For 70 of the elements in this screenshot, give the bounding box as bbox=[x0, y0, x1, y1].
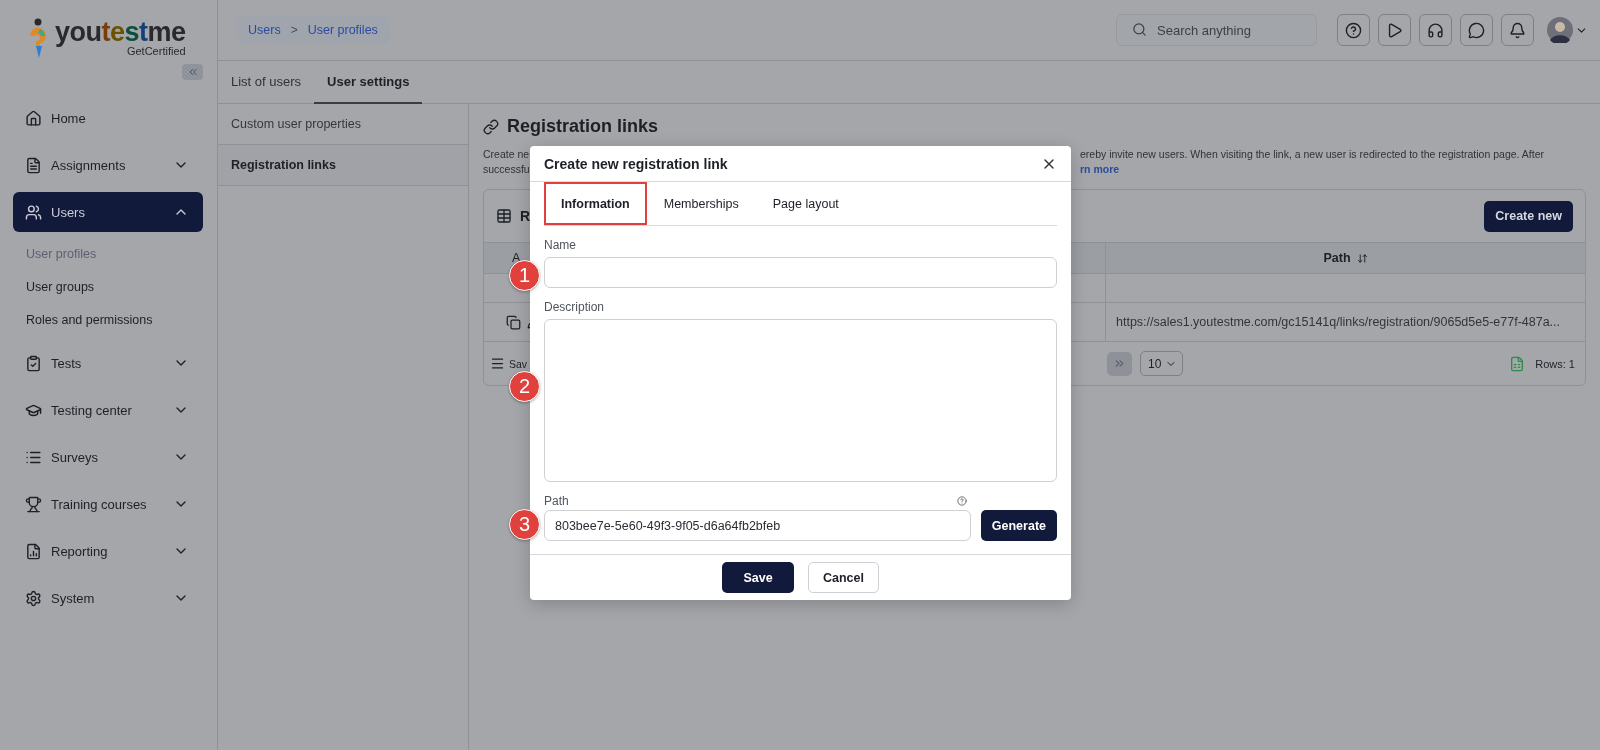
nav-item[interactable]: Surveys bbox=[13, 437, 203, 477]
bell-button[interactable] bbox=[1501, 14, 1534, 46]
chart-document-icon bbox=[25, 542, 42, 560]
help-button[interactable] bbox=[1337, 14, 1370, 46]
play-icon bbox=[1386, 21, 1403, 39]
footer-menu-label: Sav bbox=[509, 357, 528, 370]
generate-button[interactable]: Generate bbox=[980, 510, 1057, 541]
play-button[interactable] bbox=[1378, 14, 1411, 46]
field-label: Description bbox=[544, 300, 606, 314]
headphones-icon bbox=[1427, 21, 1444, 39]
page-tab[interactable]: List of users bbox=[218, 61, 315, 104]
rows-count: Rows: 1 bbox=[1535, 357, 1575, 370]
logo-wordmark: youtestme bbox=[55, 18, 186, 46]
chat-button[interactable] bbox=[1460, 14, 1493, 46]
dialog-title: Create new registration link bbox=[544, 155, 728, 172]
nav-item[interactable]: System bbox=[13, 578, 203, 618]
sort-icon[interactable] bbox=[1356, 252, 1368, 264]
page-title: Registration links bbox=[507, 116, 659, 137]
clipboard-check-icon bbox=[25, 354, 42, 372]
menu-icon[interactable] bbox=[490, 356, 505, 371]
learn-more-link[interactable]: rn more bbox=[1080, 163, 1120, 175]
description-text: ereby invite new users. When visiting the link, a new user is redirected to the registration page. After bbox=[1080, 147, 1545, 162]
nav-item[interactable]: Training courses bbox=[13, 484, 203, 524]
nav-subitem[interactable]: Roles and permissions bbox=[13, 303, 203, 336]
nav-item[interactable]: Assignments bbox=[13, 145, 203, 185]
nav-item[interactable]: Tests bbox=[13, 343, 203, 383]
step-marker: 3 bbox=[509, 509, 540, 540]
breadcrumb-separator: > bbox=[290, 23, 298, 37]
dialog-tab[interactable]: Memberships bbox=[646, 182, 756, 225]
document-icon bbox=[25, 156, 42, 174]
description-text: Create ne bbox=[483, 147, 530, 162]
nav-subitem[interactable]: User groups bbox=[13, 270, 203, 303]
chat-icon bbox=[1468, 21, 1485, 39]
settings-icon bbox=[25, 589, 42, 607]
dialog-tab[interactable]: Information bbox=[544, 182, 647, 225]
description-text: successfu bbox=[483, 162, 530, 177]
save-button[interactable]: Save bbox=[722, 562, 794, 593]
page-size-select[interactable]: 10 bbox=[1140, 351, 1184, 376]
copy-icon[interactable] bbox=[506, 314, 521, 330]
logo-tagline: GetCertified bbox=[126, 45, 186, 57]
table-title: R bbox=[520, 208, 531, 224]
home-icon bbox=[25, 109, 42, 127]
description-field[interactable] bbox=[544, 319, 1057, 482]
help-icon[interactable] bbox=[957, 496, 967, 506]
table-icon bbox=[496, 208, 512, 224]
step-marker: 2 bbox=[509, 371, 540, 402]
page-tab[interactable]: User settings bbox=[314, 61, 423, 104]
nav-item[interactable]: Testing center bbox=[13, 390, 203, 430]
link-icon bbox=[483, 118, 499, 135]
headphones-button[interactable] bbox=[1419, 14, 1452, 46]
search-icon bbox=[1132, 22, 1147, 37]
table-cell: https://sales1.youtestme.com/gc15141q/links/registration/9065d5e5-e77f-487a... bbox=[1116, 315, 1561, 329]
column-header: Path bbox=[1323, 251, 1351, 265]
bell-icon bbox=[1509, 21, 1526, 39]
settings-menu-item[interactable]: Registration links bbox=[218, 145, 468, 186]
field-label: Name bbox=[544, 238, 577, 252]
nav-item[interactable]: Home bbox=[13, 98, 203, 138]
cancel-button[interactable]: Cancel bbox=[808, 562, 879, 593]
users-icon bbox=[25, 203, 42, 221]
trophy-icon bbox=[25, 495, 42, 513]
nav-item[interactable]: Users bbox=[13, 192, 203, 232]
field-label: Path bbox=[544, 494, 569, 508]
nav-item[interactable]: Reporting bbox=[13, 531, 203, 571]
dialog-tab[interactable]: Page layout bbox=[755, 182, 856, 225]
avatar[interactable] bbox=[1547, 17, 1573, 43]
path-field[interactable]: 803bee7e-5e60-49f3-9f05-d6a64fb2bfeb bbox=[544, 510, 971, 541]
create-new-button[interactable]: Create new bbox=[1484, 200, 1573, 232]
help-icon bbox=[1345, 21, 1362, 39]
search-field[interactable]: Search anything bbox=[1116, 14, 1317, 46]
name-field[interactable] bbox=[544, 257, 1057, 288]
